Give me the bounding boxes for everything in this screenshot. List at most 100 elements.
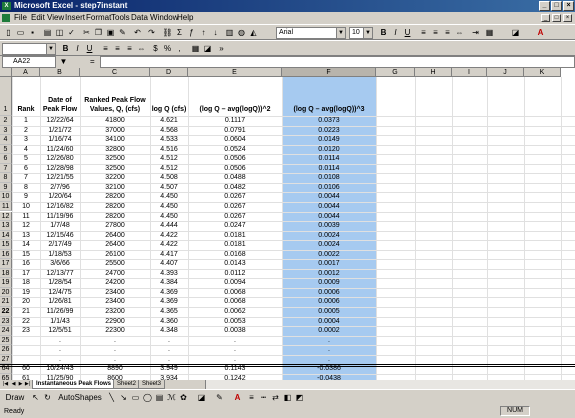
paste-icon[interactable]: ▣: [105, 27, 116, 38]
cell-sq[interactable]: 0.0181: [188, 240, 282, 250]
cell-date[interactable]: 12/15/46: [40, 231, 80, 241]
print-preview-icon[interactable]: ◫: [54, 27, 65, 38]
cell-date[interactable]: 1/7/48: [40, 221, 80, 231]
row-header[interactable]: 2: [0, 116, 12, 126]
cell-q[interactable]: 32200: [80, 173, 150, 183]
cell-logq[interactable]: 4.508: [150, 173, 188, 183]
row-header[interactable]: 3: [0, 125, 12, 136]
cell-sq[interactable]: 0.0506: [188, 164, 282, 174]
row-header[interactable]: 14: [0, 230, 12, 241]
menu-insert[interactable]: Insert: [65, 12, 85, 24]
arrow-style-icon[interactable]: ⇄: [270, 392, 281, 403]
cell-date[interactable]: 12/28/98: [40, 164, 80, 174]
oval-icon[interactable]: ◯: [142, 392, 153, 403]
column-header-b[interactable]: B: [40, 68, 80, 77]
cell-q[interactable]: 32500: [80, 164, 150, 174]
cell-logq[interactable]: 4.417: [150, 250, 188, 260]
cell-date[interactable]: 1/16/74: [40, 135, 80, 145]
cell-q[interactable]: 22900: [80, 317, 150, 327]
doc-close-button[interactable]: ×: [563, 14, 572, 22]
cell-date[interactable]: 11/26/99: [40, 307, 80, 317]
redo-icon[interactable]: ↷: [146, 27, 157, 38]
new-icon[interactable]: ▯: [3, 27, 14, 38]
worksheet-grid[interactable]: ABCDEFGHIJK 1 Rank Date of Peak Flow Ranked …: [0, 68, 575, 380]
cell-cu[interactable]: 0.0108: [282, 173, 376, 183]
free-rotate-icon[interactable]: ↻: [42, 392, 53, 403]
merge-center-icon[interactable]: ⇔: [454, 27, 465, 38]
row-header[interactable]: 27: [0, 354, 12, 365]
cell-logq[interactable]: 4.621: [150, 116, 188, 126]
cell-q[interactable]: 32500: [80, 154, 150, 164]
comma-button[interactable]: ,: [174, 43, 185, 54]
cell-rank[interactable]: 23: [12, 326, 40, 336]
chevron-down-icon[interactable]: ▼: [46, 44, 55, 54]
menu-edit[interactable]: Edit: [31, 12, 45, 24]
cell-rank[interactable]: 7: [12, 173, 40, 183]
cell-rank[interactable]: 3: [12, 135, 40, 145]
cell-date[interactable]: 1/1/43: [40, 317, 80, 327]
arrow-icon[interactable]: ↘: [118, 392, 129, 403]
close-button[interactable]: ×: [563, 1, 574, 11]
cell-q[interactable]: 27800: [80, 221, 150, 231]
header-cell-d1[interactable]: log Q (cfs): [150, 77, 188, 116]
menu-help[interactable]: Help: [177, 12, 193, 24]
style-select[interactable]: ▼: [2, 43, 56, 55]
cell-cu[interactable]: 0.0009: [282, 278, 376, 288]
cell-date[interactable]: 12/4/75: [40, 288, 80, 298]
cell-date[interactable]: 12/16/82: [40, 202, 80, 212]
cell-sq[interactable]: 0.0482: [188, 183, 282, 193]
cell-q[interactable]: 22300: [80, 326, 150, 336]
cell-cu[interactable]: 0.0002: [282, 326, 376, 336]
cell-sq[interactable]: 0.0267: [188, 192, 282, 202]
cell-rank[interactable]: 12: [12, 221, 40, 231]
cell-q[interactable]: 28200: [80, 192, 150, 202]
header-cell-e1[interactable]: (log Q – avg(logQ))^2: [188, 77, 282, 116]
cell-logq[interactable]: 4.507: [150, 183, 188, 193]
row-header[interactable]: 15: [0, 240, 12, 250]
header-cell-a1[interactable]: Rank: [12, 77, 40, 116]
row-header[interactable]: 8: [0, 173, 12, 183]
tab-instantaneous-peak-flows[interactable]: Instantaneous Peak Flows: [32, 380, 116, 389]
cell-logq[interactable]: 4.360: [150, 317, 188, 327]
borders-icon-2[interactable]: ▦: [190, 43, 201, 54]
row-header[interactable]: 6: [0, 154, 12, 164]
cell-rank[interactable]: 20: [12, 297, 40, 307]
cell-cu[interactable]: 0.0120: [282, 145, 376, 155]
percent-button[interactable]: %: [162, 43, 173, 54]
first-sheet-icon[interactable]: |◀: [2, 381, 9, 388]
cell-date[interactable]: 12/13/77: [40, 269, 80, 279]
cell-rank[interactable]: 14: [12, 240, 40, 250]
cell-logq[interactable]: 4.422: [150, 240, 188, 250]
cell-rank[interactable]: 17: [12, 269, 40, 279]
cell-date[interactable]: 12/21/55: [40, 173, 80, 183]
cell-logq[interactable]: 4.450: [150, 202, 188, 212]
cell-logq[interactable]: 4.369: [150, 297, 188, 307]
cell-sq[interactable]: 0.0267: [188, 212, 282, 222]
cell-cu[interactable]: 0.0039: [282, 221, 376, 231]
cell-date[interactable]: 1/18/53: [40, 250, 80, 260]
cell-logq[interactable]: .: [150, 355, 188, 365]
line-color-icon[interactable]: ✎: [214, 392, 225, 403]
cell-rank[interactable]: 1: [12, 116, 40, 126]
cell-q[interactable]: 23400: [80, 297, 150, 307]
underline-button-2[interactable]: U: [84, 43, 95, 54]
cell-cu[interactable]: 0.0114: [282, 164, 376, 174]
cell-rank[interactable]: 10: [12, 202, 40, 212]
cell-q[interactable]: 34100: [80, 135, 150, 145]
cell-cu[interactable]: 0.0004: [282, 317, 376, 327]
doc-restore-button[interactable]: □: [552, 14, 561, 22]
next-sheet-icon[interactable]: ▶: [17, 381, 24, 388]
cell-date[interactable]: 2/17/49: [40, 240, 80, 250]
cell-q[interactable]: 28200: [80, 212, 150, 222]
undo-icon[interactable]: ↶: [132, 27, 143, 38]
column-header-d[interactable]: D: [150, 68, 188, 77]
cell-logq[interactable]: .: [150, 336, 188, 346]
cell-sq[interactable]: 0.0267: [188, 202, 282, 212]
cell-rank[interactable]: 18: [12, 278, 40, 288]
cell-cu[interactable]: 0.0114: [282, 154, 376, 164]
column-header-c[interactable]: C: [80, 68, 150, 77]
row-header[interactable]: 17: [0, 259, 12, 269]
cell-sq[interactable]: 0.0094: [188, 278, 282, 288]
menu-view[interactable]: View: [47, 12, 64, 24]
row-header[interactable]: 19: [0, 278, 12, 288]
